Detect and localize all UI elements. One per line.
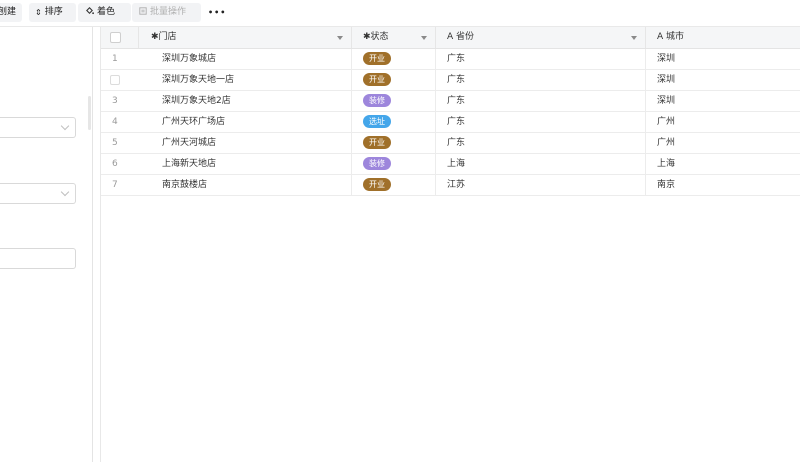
- city-cell[interactable]: 上海: [646, 154, 800, 174]
- more-button[interactable]: •••: [203, 3, 230, 22]
- filter-input[interactable]: [0, 248, 76, 269]
- row-number-cell: 4: [101, 112, 139, 132]
- batch-operation-button[interactable]: 批量操作: [132, 3, 201, 22]
- create-button-label: 刨建: [0, 7, 17, 17]
- select-all-cell: [101, 27, 139, 48]
- province-cell[interactable]: 广东: [436, 91, 646, 111]
- status-cell[interactable]: 开业: [352, 49, 436, 69]
- row-number: 6: [112, 159, 118, 169]
- column-header-city[interactable]: A 城市: [646, 27, 800, 48]
- city-cell[interactable]: 广州: [646, 112, 800, 132]
- province-cell[interactable]: 广东: [436, 70, 646, 90]
- create-button[interactable]: 刨建: [0, 3, 22, 22]
- row-number: 7: [112, 180, 118, 190]
- column-header-province[interactable]: A 省份: [436, 27, 646, 48]
- province-cell[interactable]: 广东: [436, 49, 646, 69]
- province-cell[interactable]: 上海: [436, 154, 646, 174]
- sort-button-label: 排序: [44, 7, 63, 17]
- store-cell[interactable]: 深圳万象天地2店: [139, 91, 352, 111]
- column-header-store[interactable]: ✱门店: [139, 27, 352, 48]
- status-cell[interactable]: 开业: [352, 175, 436, 195]
- city-cell[interactable]: 深圳: [646, 91, 800, 111]
- store-cell[interactable]: 上海新天地店: [139, 154, 352, 174]
- status-cell[interactable]: 开业: [352, 133, 436, 153]
- row-number-cell: 5: [101, 133, 139, 153]
- store-cell[interactable]: 深圳万象城店: [139, 49, 352, 69]
- row-number: 3: [112, 96, 118, 106]
- batch-icon: [139, 3, 147, 22]
- chevron-down-icon[interactable]: [631, 36, 637, 40]
- paint-bucket-icon: [85, 3, 94, 22]
- sort-icon: ⇕: [35, 8, 42, 17]
- toolbar: 刨建 ⇕ 排序 着色 批量操作 •••: [0, 0, 800, 27]
- filter-select-1[interactable]: [0, 117, 76, 138]
- table-row[interactable]: 1 深圳万象城店 开业 广东 深圳: [101, 49, 800, 70]
- panel-resize-handle[interactable]: [88, 96, 91, 130]
- row-checkbox[interactable]: [110, 75, 120, 85]
- chevron-down-icon[interactable]: [421, 36, 427, 40]
- city-cell[interactable]: 深圳: [646, 49, 800, 69]
- row-number-cell: [101, 70, 139, 90]
- sort-button[interactable]: ⇕ 排序: [29, 3, 76, 22]
- batch-operation-label: 批量操作: [150, 7, 187, 17]
- province-cell[interactable]: 江苏: [436, 175, 646, 195]
- column-label-store: ✱门店: [151, 32, 177, 42]
- status-badge: 开业: [363, 52, 391, 65]
- color-button[interactable]: 着色: [78, 3, 131, 22]
- app-window: 刨建 ⇕ 排序 着色 批量操作 ••• ✱门店 ✱状态 A 省份 A 城市 1 …: [0, 0, 800, 462]
- status-badge: 开业: [363, 73, 391, 86]
- store-cell[interactable]: 南京鼓楼店: [139, 175, 352, 195]
- more-icon: •••: [208, 8, 227, 17]
- province-cell[interactable]: 广东: [436, 133, 646, 153]
- table-row[interactable]: 7 南京鼓楼店 开业 江苏 南京: [101, 175, 800, 196]
- row-number-cell: 3: [101, 91, 139, 111]
- chevron-down-icon: [60, 121, 70, 131]
- column-label-city: A 城市: [657, 32, 685, 42]
- table-row[interactable]: 4 广州天环广场店 选址 广东 广州: [101, 112, 800, 133]
- row-number: 1: [112, 54, 118, 64]
- status-cell[interactable]: 装修: [352, 154, 436, 174]
- store-cell[interactable]: 深圳万象天地一店: [139, 70, 352, 90]
- select-all-checkbox[interactable]: [110, 32, 121, 43]
- row-number: 5: [112, 138, 118, 148]
- store-cell[interactable]: 广州天河城店: [139, 133, 352, 153]
- chevron-down-icon[interactable]: [337, 36, 343, 40]
- data-table: ✱门店 ✱状态 A 省份 A 城市 1 深圳万象城店 开业 广东 深圳 深圳万象天地一店开…: [100, 27, 800, 462]
- status-badge: 装修: [363, 94, 391, 107]
- status-cell[interactable]: 选址: [352, 112, 436, 132]
- chevron-down-icon: [60, 187, 70, 197]
- column-label-province: A 省份: [447, 32, 475, 42]
- city-cell[interactable]: 深圳: [646, 70, 800, 90]
- store-cell[interactable]: 广州天环广场店: [139, 112, 352, 132]
- left-filter-panel: [0, 27, 93, 462]
- table-row[interactable]: 5 广州天河城店 开业 广东 广州: [101, 133, 800, 154]
- status-cell[interactable]: 开业: [352, 70, 436, 90]
- table-row[interactable]: 6 上海新天地店 装修 上海 上海: [101, 154, 800, 175]
- province-cell[interactable]: 广东: [436, 112, 646, 132]
- city-cell[interactable]: 南京: [646, 175, 800, 195]
- status-badge: 开业: [363, 178, 391, 191]
- table-row[interactable]: 深圳万象天地一店 开业 广东 深圳: [101, 70, 800, 91]
- table-header: ✱门店 ✱状态 A 省份 A 城市: [101, 27, 800, 49]
- row-number-cell: 7: [101, 175, 139, 195]
- row-number-cell: 1: [101, 49, 139, 69]
- status-badge: 开业: [363, 136, 391, 149]
- filter-select-2[interactable]: [0, 183, 76, 204]
- row-number-cell: 6: [101, 154, 139, 174]
- color-button-label: 着色: [97, 7, 116, 17]
- row-number: 4: [112, 117, 118, 127]
- table-row[interactable]: 3 深圳万象天地2店 装修 广东 深圳: [101, 91, 800, 112]
- city-cell[interactable]: 广州: [646, 133, 800, 153]
- column-header-status[interactable]: ✱状态: [352, 27, 436, 48]
- column-label-status: ✱状态: [363, 32, 389, 42]
- status-cell[interactable]: 装修: [352, 91, 436, 111]
- status-badge: 装修: [363, 157, 391, 170]
- status-badge: 选址: [363, 115, 391, 128]
